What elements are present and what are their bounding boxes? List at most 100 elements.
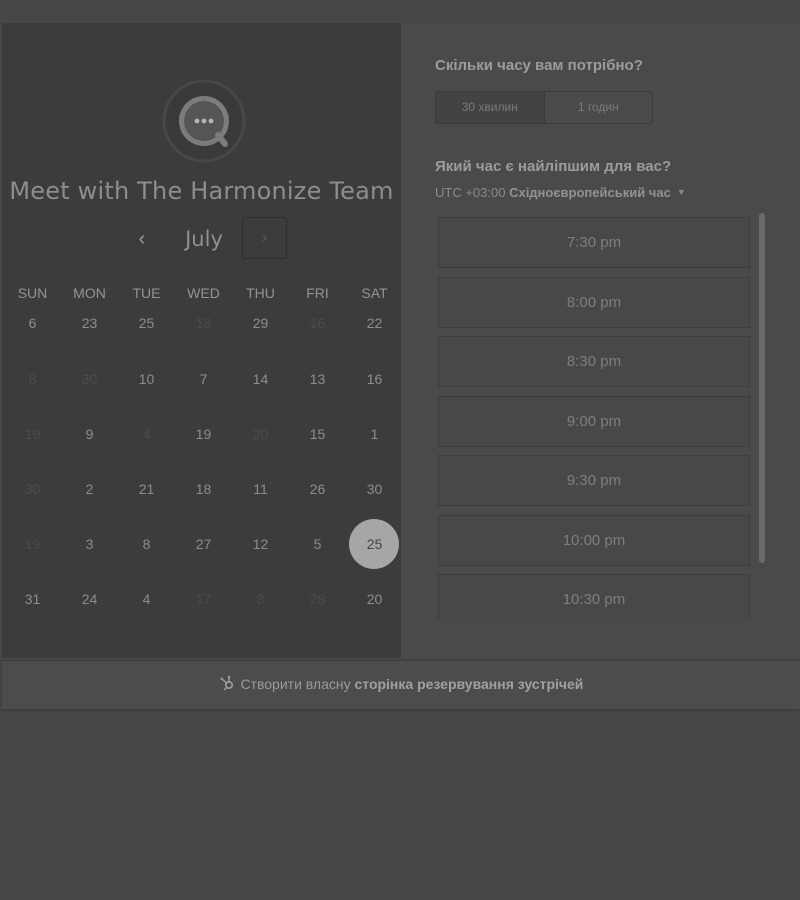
calendar-day[interactable]: 14 (232, 354, 289, 404)
chat-bubble-logo-icon (162, 79, 246, 163)
calendar-day[interactable]: 13 (289, 354, 346, 404)
calendar-day: 8 (232, 574, 289, 624)
calendar-day: 8 (4, 354, 61, 404)
calendar-day[interactable]: 11 (232, 464, 289, 514)
calendar-day: 30 (4, 464, 61, 514)
caret-down-icon: ▼ (676, 187, 686, 197)
calendar-day[interactable]: 25 (118, 298, 175, 348)
calendar-day[interactable]: 15 (289, 409, 346, 459)
calendar-day-number: 28 (309, 591, 326, 607)
calendar-day-number: 16 (309, 315, 326, 331)
calendar-day-number: 13 (309, 371, 326, 387)
calendar-day: 4 (118, 409, 175, 459)
calendar-day[interactable]: 26 (289, 464, 346, 514)
calendar-day[interactable]: 6 (4, 298, 61, 348)
time-slot-button[interactable]: 9:00 pm (438, 395, 750, 447)
calendar-day[interactable]: 16 (346, 354, 403, 404)
duration-option-1h[interactable]: 1 годин (545, 92, 653, 123)
calendar-day: 28 (289, 574, 346, 624)
calendar-day-number: 18 (195, 481, 212, 497)
calendar-day: 17 (175, 574, 232, 624)
calendar-day-number: 27 (195, 536, 212, 552)
calendar-day-number: 22 (366, 315, 383, 331)
calendar-day-number: 18 (195, 315, 212, 331)
calendar-day[interactable]: 29 (232, 298, 289, 348)
calendar-day[interactable]: 21 (118, 464, 175, 514)
time-slot-button[interactable]: 8:00 pm (438, 276, 750, 328)
calendar-day-number: 8 (256, 591, 265, 607)
calendar-day-selected[interactable]: 25 (346, 519, 403, 569)
time-slot-button[interactable]: 8:30 pm (438, 336, 750, 387)
calendar-day-number: 2 (85, 481, 94, 497)
calendar-day-number: 9 (85, 426, 94, 442)
duration-option-30min[interactable]: 30 хвилин (436, 92, 545, 123)
calendar-panel: Meet with The Harmonize Team ‹ July › SU… (2, 23, 401, 658)
calendar-day[interactable]: 24 (61, 574, 118, 624)
scrollbar[interactable] (759, 213, 765, 563)
booking-widget: Meet with The Harmonize Team ‹ July › SU… (0, 23, 800, 709)
calendar-day[interactable]: 1 (346, 409, 403, 459)
calendar-day-number: 4 (142, 426, 151, 442)
calendar-day[interactable]: 2 (61, 464, 118, 514)
calendar-day-number: 10 (138, 371, 155, 387)
calendar-day-number: 30 (366, 481, 383, 497)
calendar-day-number: 19 (24, 426, 41, 442)
calendar-day[interactable]: 22 (346, 298, 403, 348)
calendar-day[interactable]: 19 (175, 409, 232, 459)
time-slot-button[interactable]: 9:30 pm (438, 455, 750, 506)
calendar-day-number: 17 (195, 591, 212, 607)
duration-question: Скільки часу вам потрібно? (435, 57, 643, 74)
calendar-day[interactable]: 4 (118, 574, 175, 624)
calendar-day: 16 (289, 298, 346, 348)
duration-selector: 30 хвилин 1 годин (435, 91, 653, 124)
calendar-day[interactable]: 23 (61, 298, 118, 348)
time-panel: Скільки часу вам потрібно? 30 хвилин 1 г… (401, 23, 800, 658)
calendar-day-number: 12 (252, 536, 269, 552)
calendar-day-number: 23 (81, 315, 98, 331)
calendar-day-number: 4 (142, 591, 151, 607)
time-slot-button[interactable]: 10:30 pm (438, 574, 750, 619)
time-slot-button[interactable]: 10:00 pm (438, 514, 750, 566)
calendar-day-number: 19 (24, 536, 41, 552)
month-label: July (185, 227, 223, 251)
calendar-day: 18 (175, 298, 232, 348)
calendar-day-number: 8 (142, 536, 151, 552)
calendar-day[interactable]: 18 (175, 464, 232, 514)
hubspot-sprocket-icon (220, 675, 233, 691)
timezone-offset: UTC +03:00 (435, 185, 506, 200)
calendar-day[interactable]: 3 (61, 519, 118, 569)
calendar-day-number: 1 (370, 426, 379, 442)
calendar-day-number: 29 (252, 315, 269, 331)
calendar-day[interactable]: 8 (118, 519, 175, 569)
calendar-day-number: 30 (24, 481, 41, 497)
calendar-day: 30 (61, 354, 118, 404)
calendar-day[interactable]: 20 (346, 574, 403, 624)
footer-link[interactable]: сторінка резервування зустрічей (354, 676, 583, 692)
calendar-day-number: 14 (252, 371, 269, 387)
time-question: Який час є найліпшим для вас? (435, 158, 672, 175)
calendar-day[interactable]: 9 (61, 409, 118, 459)
calendar-day: 19 (4, 409, 61, 459)
calendar-day-number: 15 (309, 426, 326, 442)
timezone-name: Східноєвропейський час (509, 185, 671, 200)
calendar-day-number: 21 (138, 481, 155, 497)
time-slot-list: 7:30 pm 8:00 pm 8:30 pm 9:00 pm 9:30 pm 10:00… (438, 217, 751, 619)
calendar-day-number: 26 (309, 481, 326, 497)
time-slot-button[interactable]: 7:30 pm (438, 217, 750, 268)
calendar-day[interactable]: 12 (232, 519, 289, 569)
calendar-day[interactable]: 31 (4, 574, 61, 624)
calendar-day-number: 8 (28, 371, 37, 387)
prev-month-button[interactable]: ‹ (128, 225, 156, 253)
timezone-dropdown[interactable]: UTC +03:00 Східноєвропейський час ▼ (435, 185, 686, 200)
footer-prefix: Створити власну (240, 676, 351, 692)
calendar-day-number: 19 (195, 426, 212, 442)
calendar-day[interactable]: 27 (175, 519, 232, 569)
page-title: Meet with The Harmonize Team (9, 177, 394, 205)
calendar-day[interactable]: 30 (346, 464, 403, 514)
calendar-day-number: 5 (313, 536, 322, 552)
calendar-day-number: 24 (81, 591, 98, 607)
calendar-day[interactable]: 7 (175, 354, 232, 404)
calendar-day[interactable]: 10 (118, 354, 175, 404)
calendar-day[interactable]: 5 (289, 519, 346, 569)
next-month-button[interactable]: › (242, 217, 287, 259)
